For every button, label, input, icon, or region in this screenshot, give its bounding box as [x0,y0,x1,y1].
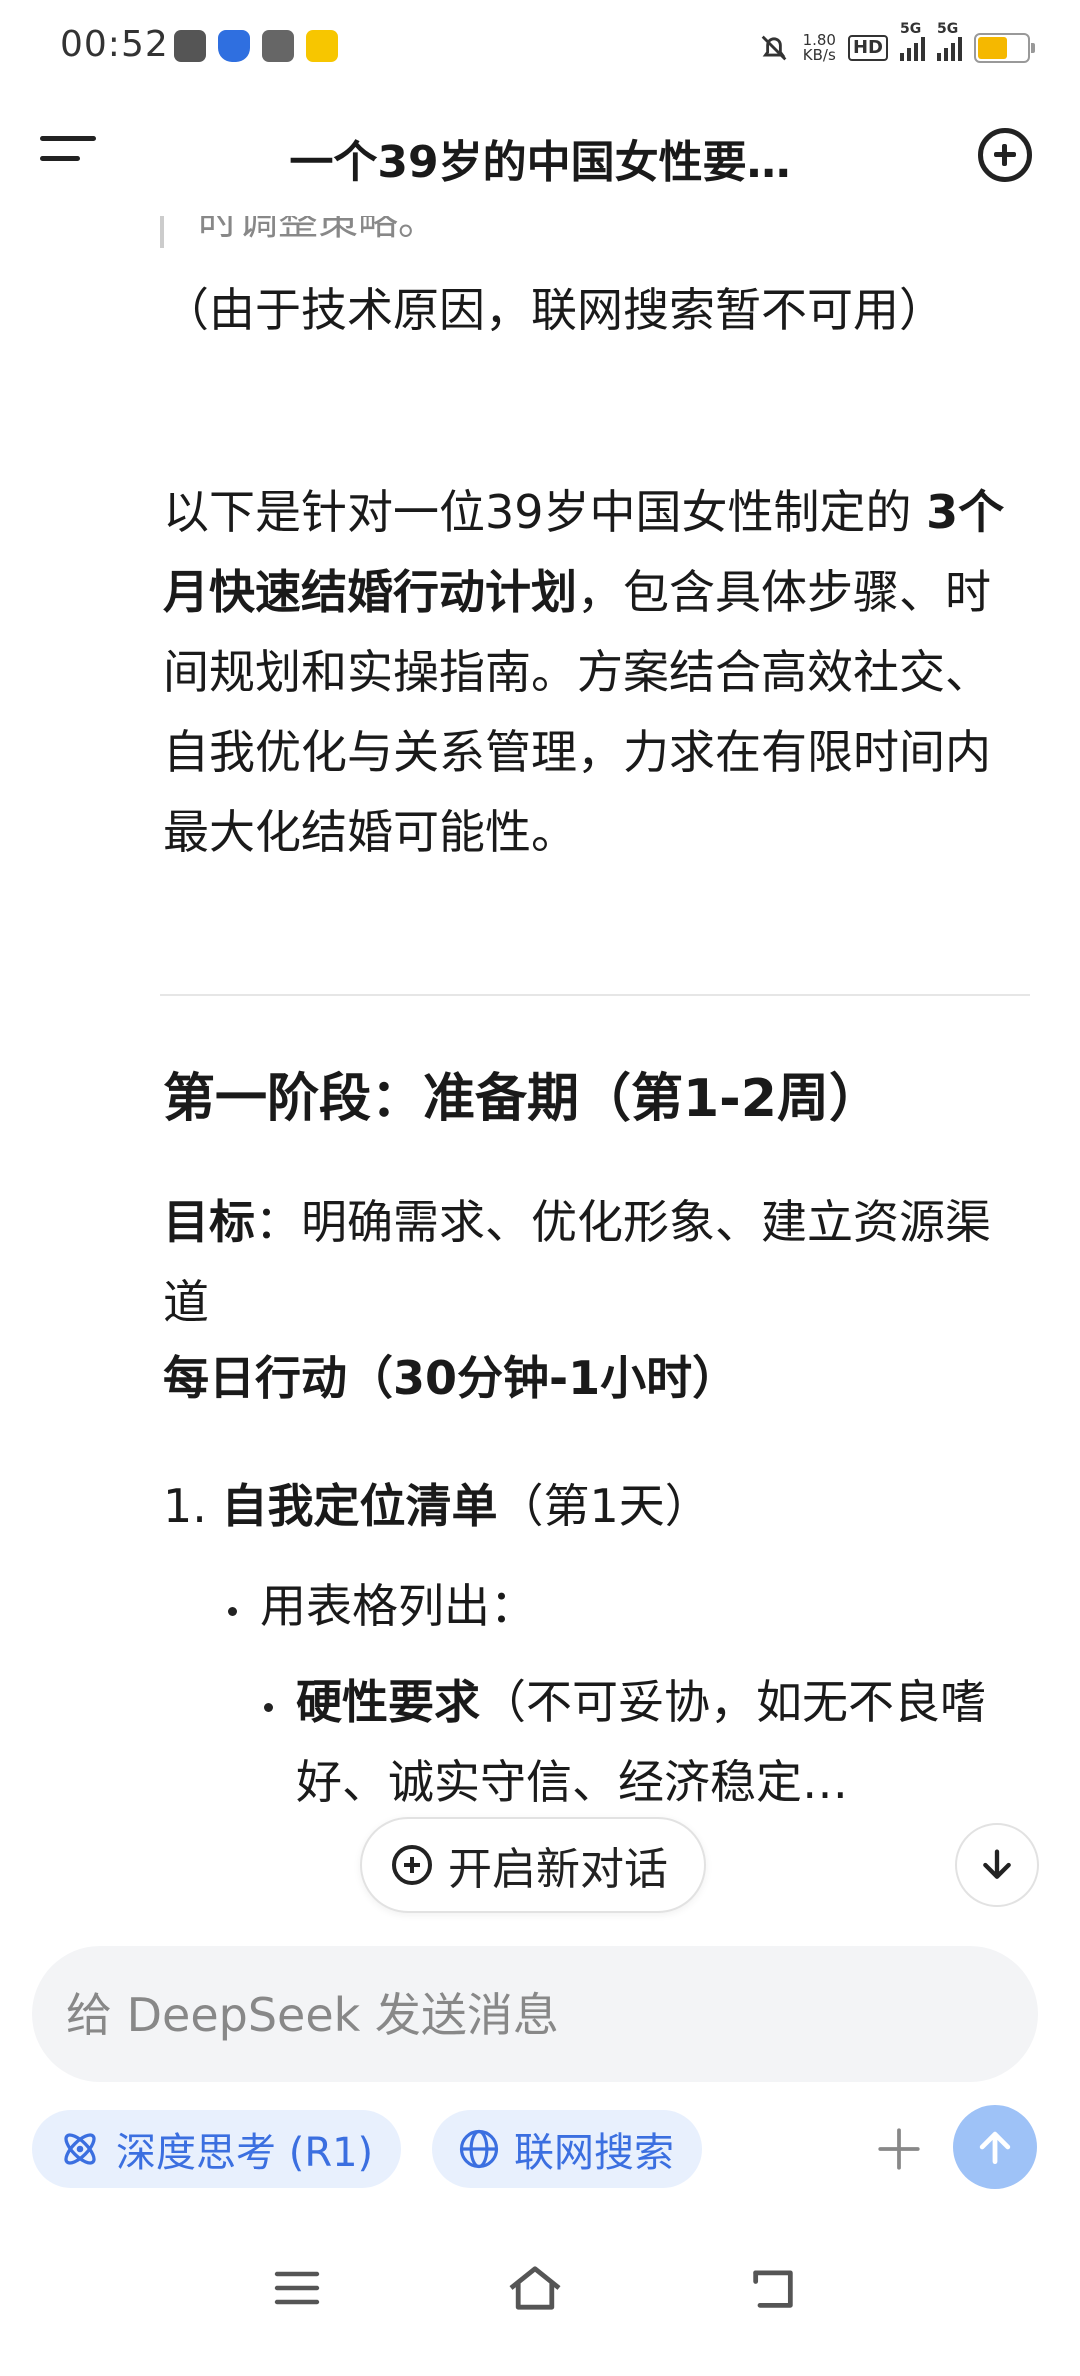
message-composer [32,1946,1038,2084]
battery-level-fill [978,37,1007,59]
bullet-icon [228,1607,237,1616]
chat-message-area[interactable]: 时调整策略。 （由于技术原因，联网搜索暂不可用） 以下是针对一位39岁中国女性制… [0,216,1080,1940]
app-notification-icon [174,30,206,62]
square-notification-icon [262,30,294,62]
globe-icon [459,2129,499,2169]
list-item-1: 1. 自我定位清单（第1天） [163,1479,711,1533]
divider [160,994,1030,996]
attach-button[interactable] [860,2110,938,2188]
yellow-app-notification-icon [306,30,338,62]
network-speed: 1.80 KB/s [802,31,836,64]
status-bar: 00:52 1.80 KB/s HD 5G 5G [0,0,1080,96]
system-nav-bar [0,2230,1080,2376]
bullet-icon [264,1703,273,1712]
menu-icon[interactable] [40,136,96,176]
back-icon [753,2270,793,2308]
phase1-heading: 第一阶段：准备期（第1-2周） [163,1069,881,1129]
home-button[interactable] [490,2258,580,2318]
intro-paragraph: 以下是针对一位39岁中国女性制定的 3个月快速结婚行动计划，包含具体步骤、时间规… [163,485,1005,859]
web-search-toggle[interactable]: 联网搜索 [432,2110,702,2188]
arrow-down-icon [983,1849,1011,1879]
arrow-up-icon [979,2131,1011,2165]
signal-sim2-icon: 5G [937,21,962,61]
goal-paragraph: 目标：明确需求、优化形象、建立资源渠道 [163,1195,991,1329]
atom-icon [64,2133,96,2165]
deep-think-label: 深度思考 (R1) [116,2130,374,2176]
mute-bell-icon [761,35,786,61]
menu-lines-icon [274,2271,320,2305]
hd-voice-badge: HD [847,35,888,61]
back-button[interactable] [728,2258,818,2318]
conversation-title: 一个39岁的中国女性要… [289,137,791,188]
network-note: （由于技术原因，联网搜索暂不可用） [163,283,945,337]
status-time: 00:52 [60,24,169,65]
send-button[interactable] [953,2105,1037,2189]
web-search-label: 联网搜索 [514,2130,674,2176]
shield-notification-icon [218,30,250,62]
quote-fragment: 时调整策略。 [160,216,898,248]
message-input[interactable] [64,1946,968,2084]
app-header: 一个39岁的中国女性要… [0,96,1080,216]
sub-item-1: 用表格列出： [260,1579,536,1633]
recent-apps-button[interactable] [252,2258,342,2318]
deep-think-toggle[interactable]: 深度思考 (R1) [32,2110,402,2188]
daily-action-heading: 每日行动（30分钟-1小时） [163,1351,739,1405]
signal-sim1-icon: 5G [900,21,925,61]
home-icon [509,2266,561,2310]
battery-icon [974,33,1035,63]
add-circle-icon [392,1845,432,1885]
plus-icon [878,2128,920,2170]
start-new-chat-label: 开启新对话 [448,1844,668,1895]
new-chat-icon[interactable] [978,128,1032,182]
start-new-chat-button[interactable]: 开启新对话 [360,1817,706,1913]
scroll-to-bottom-button[interactable] [955,1823,1039,1907]
